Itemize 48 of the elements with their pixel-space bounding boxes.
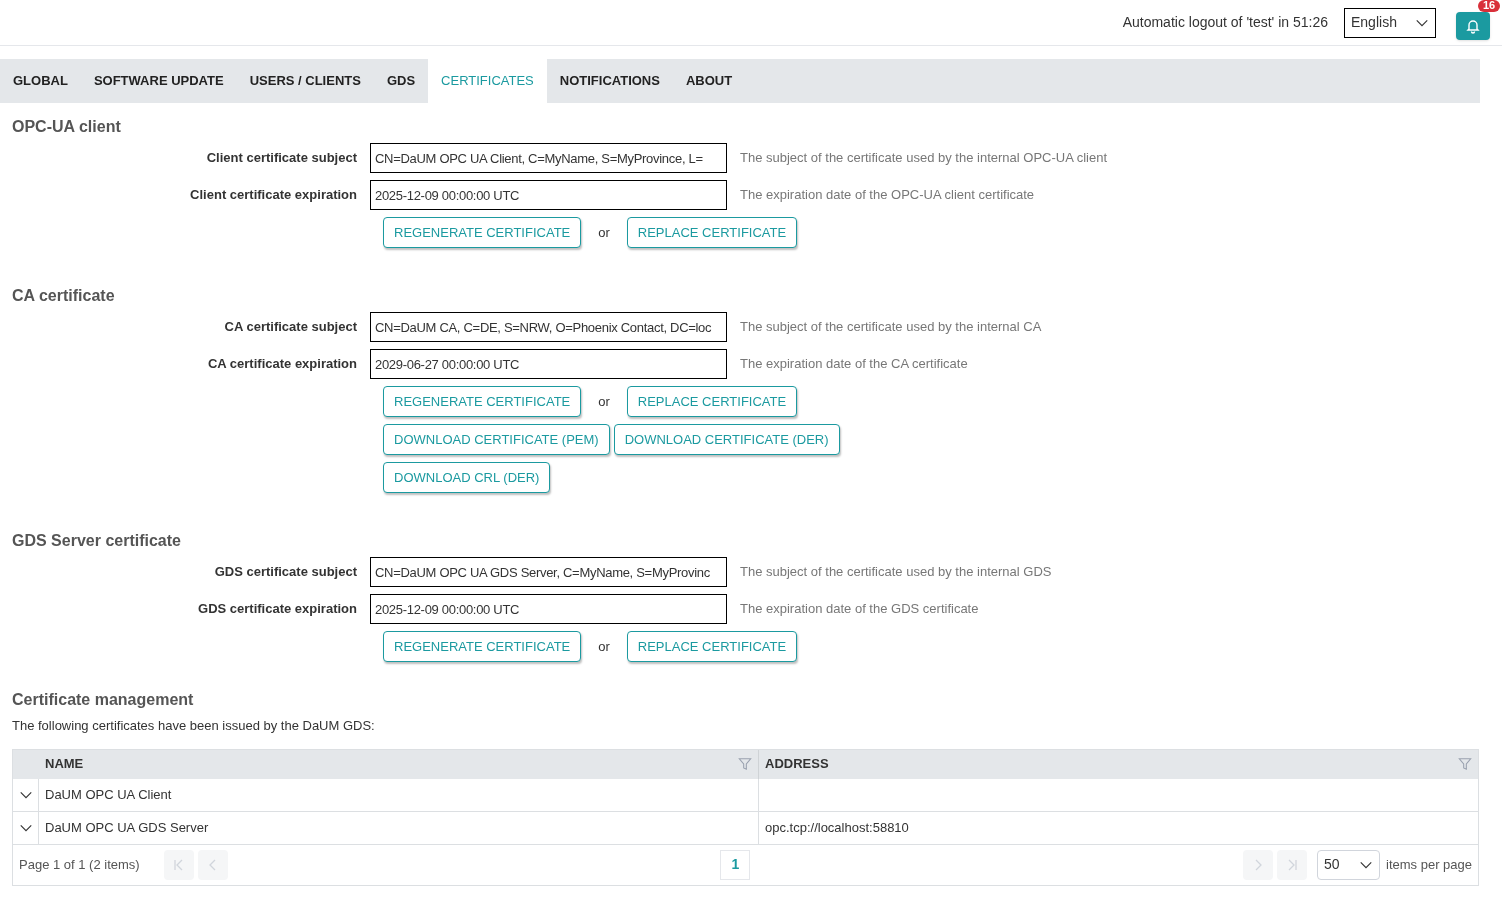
certificate-field[interactable]: CN=DaUM OPC UA Client, C=MyName, S=MyProvince, L= [370,143,727,173]
certificate-field[interactable]: CN=DaUM OPC UA GDS Server, C=MyName, S=MyProvinc [370,557,727,587]
field-label: GDS certificate expiration [197,600,358,619]
field-description: The expiration date of the CA certificate [740,355,968,374]
certificate-field[interactable]: 2025-12-09 00:00:00 UTC [370,180,727,210]
certificate-action-button[interactable]: DOWNLOAD CRL (DER) [383,462,551,493]
filter-icon[interactable] [738,757,752,771]
notifications-button[interactable] [1456,11,1490,40]
section-title: Certificate management [12,690,195,710]
page-info-text: Page 1 of 1 (2 items) [19,855,140,874]
intro-text: The following certificates have been issued by the DaUM GDS: [12,717,376,735]
field-description: The expiration date of the GDS certificate [740,600,979,619]
tab[interactable]: USERS / CLIENTS [236,59,374,103]
table-cell-text: DaUM OPC UA GDS Server [45,818,209,837]
field-label: GDS certificate subject [213,563,358,582]
tab[interactable]: GDS [373,59,429,103]
language-select[interactable]: English [1344,7,1436,38]
filter-icon[interactable] [1458,757,1472,771]
certificate-field[interactable]: CN=DaUM CA, C=DE, S=NRW, O=Phoenix Contact, DC=loc [370,312,727,342]
or-text: or [597,223,611,242]
field-description: The subject of the certificate used by the internal OPC-UA client [740,149,1108,168]
tab[interactable]: NOTIFICATIONS [546,59,673,103]
section-title: CA certificate [12,286,116,306]
field-description: The subject of the certificate used by the internal CA [740,318,1042,337]
or-text: or [597,392,611,411]
table-cell-text: opc.tcp://localhost:58810 [765,818,909,837]
field-label: Client certificate expiration [189,186,358,205]
field-description: The subject of the certificate used by the internal GDS [740,563,1052,582]
page-size-label: items per page [1386,855,1472,874]
certificate-field[interactable]: 2029-06-27 00:00:00 UTC [370,349,727,379]
field-label: CA certificate subject [223,318,358,337]
notification-count-badge: 16 [1478,0,1500,12]
tab[interactable]: ABOUT [672,59,746,103]
field-label: Client certificate subject [205,149,358,168]
or-text: or [597,637,611,656]
field-label: CA certificate expiration [206,355,358,374]
page-size-select[interactable]: 50 [1317,849,1380,880]
bell-icon [1465,17,1481,34]
tab[interactable]: GLOBAL [0,59,81,103]
field-description: The expiration date of the OPC-UA client certificate [740,186,1035,205]
table-cell-text: DaUM OPC UA Client [45,785,172,804]
section-title: OPC-UA client [12,117,122,137]
certificate-field[interactable]: 2025-12-09 00:00:00 UTC [370,594,727,624]
tab[interactable]: SOFTWARE UPDATE [80,59,237,103]
section-title: GDS Server certificate [12,531,182,551]
column-header[interactable]: NAME [45,754,84,774]
column-header[interactable]: ADDRESS [765,754,829,774]
logout-timer-text: Automatic logout of 'test' in 51:26 [1122,13,1328,32]
